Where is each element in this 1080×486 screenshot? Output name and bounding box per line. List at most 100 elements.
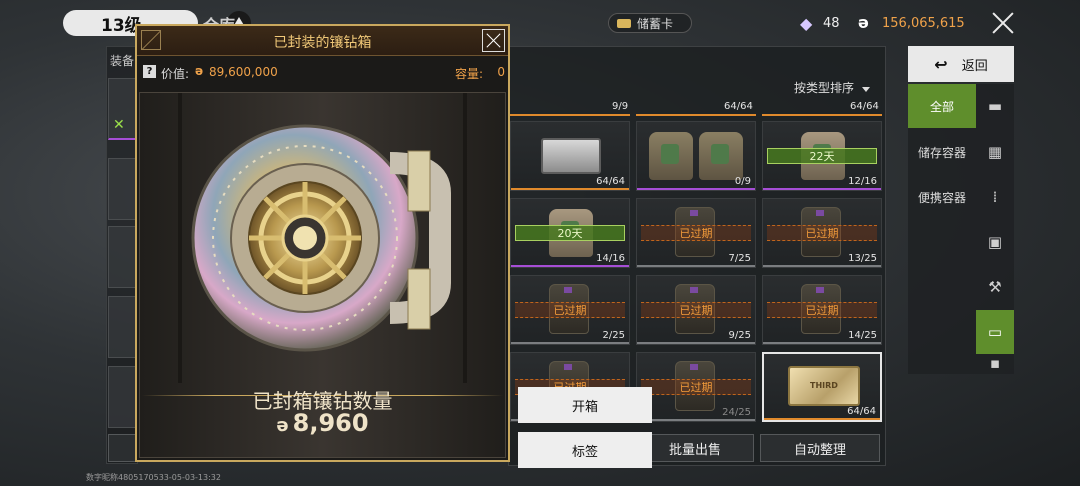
capacity-label: 容量: [454,67,483,81]
medkit-icon[interactable]: ▣ [976,220,1014,264]
expiry-tag: 已过期 [641,379,751,395]
rarity-bar [637,419,755,421]
slot-count: 12/16 [848,176,877,187]
auto-sort-button[interactable]: 自动整理 [760,434,880,462]
vault-image-area: 已封箱镶钻数量 ə 8,960 [139,92,506,458]
ammo-icon[interactable]: ⁞ [976,175,1014,219]
help-icon[interactable]: ? [143,65,156,78]
diamond-icon: ◆ [800,14,813,33]
slot-count: 7/25 [728,253,751,264]
slot-count: 9/9 [612,101,629,112]
inventory-slot[interactable]: 已过期 7/25 [636,198,756,268]
inventory-slot[interactable]: 20天 14/16 [510,198,630,268]
rarity-bar [764,418,880,420]
category-all[interactable]: 全部 [908,84,976,128]
pistol-icon[interactable]: ▬ [976,84,1014,128]
savings-card-button[interactable]: 储蓄卡 [608,13,692,33]
slot-count: 2/25 [602,330,625,341]
equipment-slot[interactable] [108,366,136,428]
inventory-slot[interactable]: 已过期 9/25 [636,275,756,345]
rarity-bar [637,188,755,190]
inventory-slot[interactable]: 22天 12/16 [762,121,882,191]
case-icon[interactable]: ▭ [976,310,1014,354]
inventory-slot[interactable]: 已过期 13/25 [762,198,882,268]
slot-count: 14/25 [848,330,877,341]
rarity-bar [763,188,881,190]
coin-icon: ə [276,415,289,436]
expiry-tag: 已过期 [515,302,625,318]
open-box-button[interactable]: 开箱 [518,387,652,423]
vault-door-image [178,93,467,383]
expiry-tag: 22天 [767,148,877,164]
diamond-count: 48 [823,16,840,31]
hammer-icon[interactable]: ⚒ [976,265,1014,309]
chevron-down-icon [862,87,871,92]
pouch-icon [649,132,693,180]
sealed-count-value: ə 8,960 [140,409,505,437]
vest-icon[interactable]: ▦ [976,130,1014,174]
coin-icon: ə [195,64,204,78]
capacity-value: 0 [497,65,505,79]
expiry-tag: 已过期 [767,225,877,241]
card-icon [617,18,631,28]
rarity-bar [762,114,882,116]
slot-count: 64/64 [724,101,753,112]
slot-count: 9/25 [728,330,751,341]
sealed-count-number: 8,960 [292,409,369,437]
rarity-bar [511,342,629,344]
briefcase-icon [541,138,601,174]
inventory-slot[interactable]: 已过期 14/25 [762,275,882,345]
equipment-slot[interactable] [108,226,136,288]
expiry-tag: 20天 [515,225,625,241]
close-icon[interactable] [482,29,505,52]
more-icon[interactable]: ▪ [976,354,1014,374]
player-id-watermark: 数字昵称4805170533-05-03-13:32 [86,473,221,482]
coin-icon: ə [858,13,869,32]
back-label: 返回 [961,58,988,74]
inventory-slot[interactable]: 64/64 [510,121,630,191]
info-row: ? 价值: ə 89,600,000 容量: 0 [143,64,507,82]
expiry-tag: 已过期 [767,302,877,318]
diamond-box-popup: 已封装的镶钻箱 ? 价值: ə 89,600,000 容量: 0 已封箱镶钻数量… [135,24,510,462]
inventory-slot-selected[interactable]: THIRD 64/64 [762,352,882,422]
slot-count: 14/16 [596,253,625,264]
back-arrow-icon: ↩ [934,54,948,74]
coin-balance: 156,065,615 [882,16,965,31]
rarity-bar [637,342,755,344]
close-icon[interactable] [990,10,1016,36]
rarity-bar [511,188,629,190]
inventory-slot[interactable]: 已过期 24/25 [636,352,756,422]
rarity-bar [637,265,755,267]
rarity-bar [510,114,630,116]
brand-text: THIRD [810,381,838,390]
pouch-icon [699,132,743,180]
equipment-label: 装备 [110,54,135,68]
slot-count: 24/25 [722,407,751,418]
equipment-slot[interactable]: ✕ [108,78,136,140]
rarity-bar [763,342,881,344]
equipment-slot[interactable] [108,296,136,358]
sort-label: 按类型排序 [794,81,855,95]
category-portable[interactable]: 便携容器 [908,175,976,219]
rarity-bar [636,114,756,116]
inventory-slot[interactable]: 0/9 [636,121,756,191]
rifle-icon: ✕ [113,117,125,133]
sort-dropdown[interactable]: 按类型排序 [794,79,871,96]
slot-count: 13/25 [848,253,877,264]
rarity-bar [763,265,881,267]
popup-title: 已封装的镶钻箱 [273,35,372,51]
value-label: 价值: [161,67,190,81]
expiry-tag: 已过期 [641,225,751,241]
slot-count: 0/9 [734,176,751,187]
diamond-box-icon: THIRD [788,366,860,406]
slot-count: 64/64 [847,406,876,417]
equipment-slot[interactable] [108,158,136,220]
inventory-slot[interactable]: 已过期 2/25 [510,275,630,345]
label-button[interactable]: 标签 [518,432,652,468]
back-button[interactable]: ↩ 返回 [908,46,1014,82]
left-bottom-button[interactable] [108,434,136,462]
value-amount: 89,600,000 [209,65,278,79]
bulk-sell-button[interactable]: 批量出售 [636,434,754,462]
category-storage[interactable]: 储存容器 [908,130,976,174]
popup-header: 已封装的镶钻箱 [137,26,508,56]
